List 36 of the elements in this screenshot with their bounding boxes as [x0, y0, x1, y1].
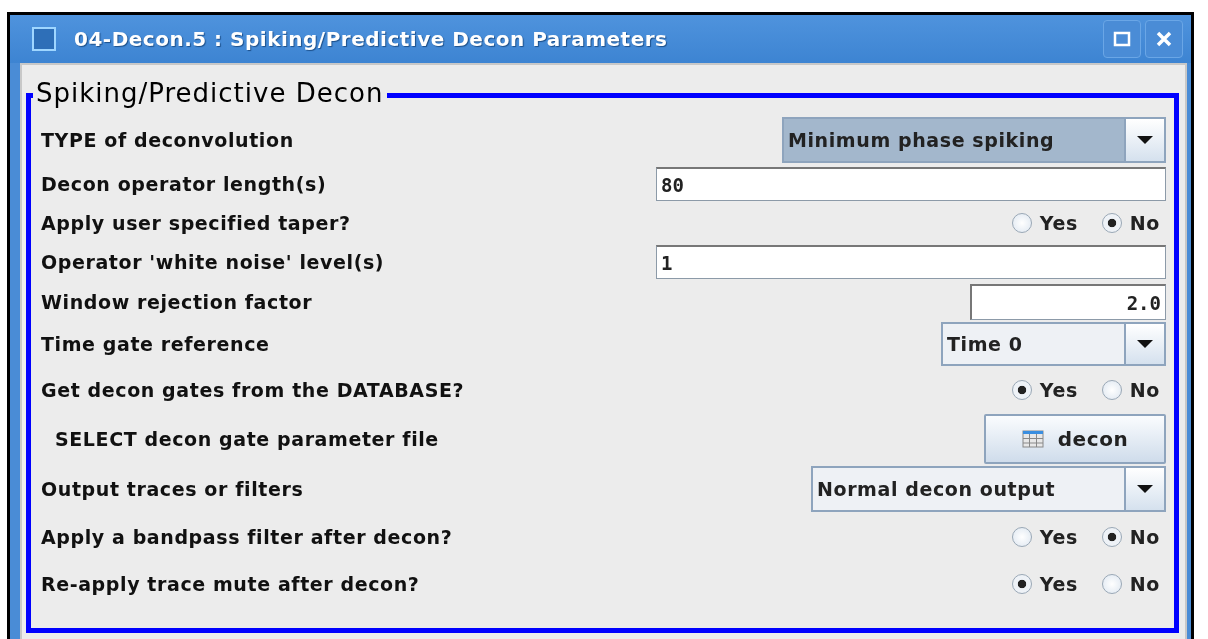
- field-label: Apply a bandpass filter after decon?: [41, 526, 453, 548]
- window-title: 04-Decon.5 : Spiking/Predictive Decon Parameters: [74, 27, 669, 51]
- file-button[interactable]: decon: [984, 414, 1166, 464]
- field-label: Apply user specified taper?: [41, 212, 351, 234]
- field-label: SELECT decon gate parameter file: [54, 428, 439, 450]
- table-icon: [1021, 430, 1044, 448]
- radio-option[interactable]: Yes: [1011, 526, 1078, 548]
- input-field[interactable]: 2.0: [970, 284, 1166, 320]
- radio-option[interactable]: No: [1101, 212, 1160, 234]
- radio-option[interactable]: Yes: [1011, 379, 1078, 401]
- maximize-icon: [1113, 31, 1131, 47]
- dropdown-arrow-icon: [1136, 483, 1154, 494]
- field-label: Window rejection factor: [41, 291, 313, 313]
- radio-option[interactable]: No: [1101, 573, 1160, 595]
- dropdown[interactable]: Normal decon output: [811, 465, 1166, 512]
- field-label: Decon operator length(s): [41, 173, 327, 195]
- radio-option[interactable]: Yes: [1011, 212, 1078, 234]
- dropdown-arrow-icon: [1136, 339, 1154, 349]
- dropdown-arrow-icon: [1136, 135, 1154, 145]
- radio-option[interactable]: No: [1101, 526, 1160, 548]
- close-icon: [1155, 30, 1173, 48]
- field-label: Get decon gates from the DATABASE?: [41, 379, 465, 401]
- input-field[interactable]: 1: [656, 245, 1166, 279]
- radio-option[interactable]: Yes: [1011, 573, 1078, 595]
- maximize-button[interactable]: [1103, 20, 1141, 58]
- input-field[interactable]: 80: [656, 167, 1166, 201]
- radio-option[interactable]: No: [1101, 379, 1160, 401]
- field-label: Time gate reference: [41, 333, 270, 355]
- dropdown[interactable]: Minimum phase spiking: [782, 117, 1166, 163]
- window-icon: [32, 27, 56, 51]
- field-label: Re-apply trace mute after decon?: [41, 573, 420, 595]
- dropdown[interactable]: Time 0: [941, 322, 1166, 366]
- close-button[interactable]: [1145, 20, 1183, 58]
- field-label: TYPE of deconvolution: [41, 129, 294, 151]
- field-label: Output traces or filters: [41, 477, 304, 500]
- field-label: Operator 'white noise' level(s): [41, 251, 385, 273]
